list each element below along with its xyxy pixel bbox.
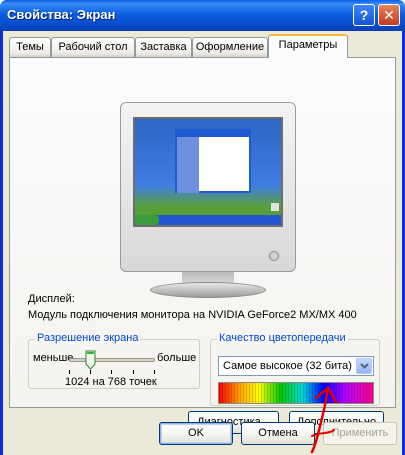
tab-desktop[interactable]: Рабочий стол — [51, 37, 135, 57]
tab-screensaver[interactable]: Заставка — [135, 37, 192, 57]
tab-appearance[interactable]: Оформление — [192, 37, 268, 57]
ok-button[interactable]: OK — [159, 422, 233, 445]
resolution-slider-ticks — [69, 370, 155, 374]
monitor-screen — [133, 117, 283, 227]
tab-label: Заставка — [140, 41, 187, 53]
settings-panel: Дисплей: Модуль подключения монитора на … — [9, 57, 396, 434]
resolution-group-title: Разрешение экрана — [35, 332, 141, 344]
tab-themes[interactable]: Темы — [9, 37, 51, 57]
tab-label: Темы — [16, 41, 44, 53]
slider-more-label: больше — [157, 352, 197, 364]
display-device-name: Модуль подключения монитора на NVIDIA Ge… — [28, 309, 357, 321]
screen-start-button — [135, 215, 159, 225]
resolution-group: Разрешение экрана меньше больше 1024 на … — [28, 332, 200, 389]
window-title: Свойства: Экран — [7, 7, 116, 22]
slider-less-label: меньше — [33, 352, 74, 364]
tab-label: Рабочий стол — [58, 41, 128, 53]
red-arrow-annotation — [310, 386, 338, 454]
screen-window-sidebar — [177, 137, 199, 193]
color-quality-group: Качество цветопередачи Самое высокое (32… — [210, 332, 380, 406]
color-quality-group-title: Качество цветопередачи — [217, 332, 348, 344]
screen-window-preview — [175, 129, 251, 193]
display-properties-window: Свойства: Экран ? ✕ Темы Рабочий стол За… — [0, 0, 405, 455]
title-bar[interactable]: Свойства: Экран ? ✕ — [0, 0, 405, 31]
color-spectrum-preview — [218, 382, 374, 404]
color-quality-selected: Самое высокое (32 бита) — [223, 360, 352, 372]
display-label: Дисплей: — [28, 293, 75, 305]
close-icon: ✕ — [383, 6, 395, 23]
help-button[interactable]: ? — [353, 4, 375, 26]
resolution-slider-track[interactable] — [69, 358, 155, 362]
tab-label: Оформление — [195, 41, 265, 53]
resolution-slider-thumb[interactable] — [85, 350, 96, 370]
monitor-preview — [120, 102, 296, 298]
close-button[interactable]: ✕ — [378, 4, 400, 26]
color-quality-select[interactable]: Самое высокое (32 бита) — [218, 356, 374, 376]
help-icon: ? — [359, 7, 369, 23]
monitor-power-button — [269, 251, 279, 261]
chevron-down-icon[interactable] — [356, 358, 372, 374]
tab-settings[interactable]: Параметры — [268, 34, 348, 58]
recycle-bin-icon — [271, 203, 279, 211]
tab-label: Параметры — [278, 39, 338, 51]
resolution-value: 1024 на 768 точек — [65, 376, 157, 388]
monitor-stand — [150, 282, 266, 298]
monitor-body — [120, 102, 296, 272]
